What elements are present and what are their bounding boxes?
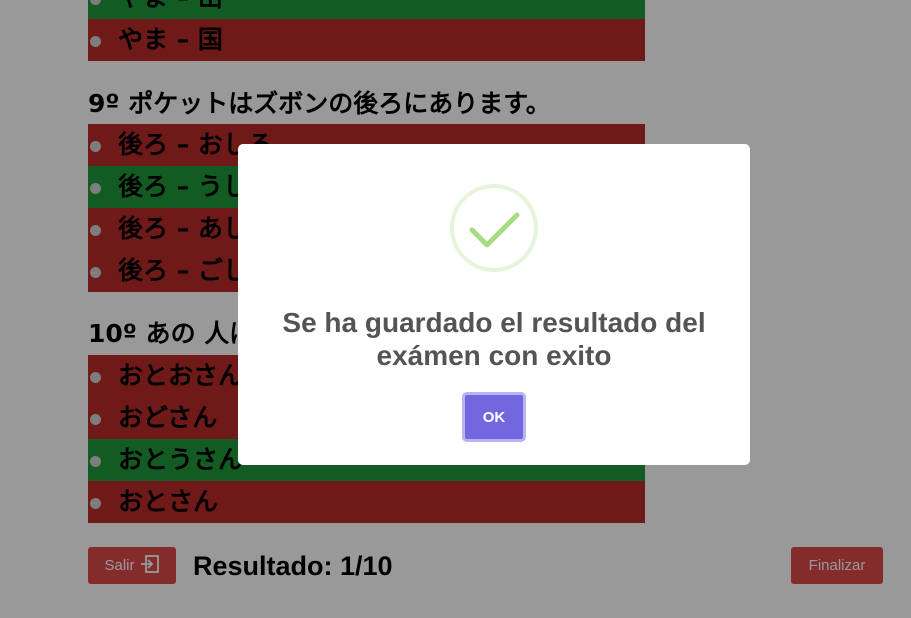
success-dialog: Se ha guardado el resultado del exámen c… — [238, 144, 750, 465]
ok-button-label: OK — [482, 408, 506, 426]
checkmark-success-icon — [450, 184, 538, 272]
ok-button[interactable]: OK — [462, 392, 526, 442]
dialog-title: Se ha guardado el resultado del exámen c… — [282, 307, 706, 371]
